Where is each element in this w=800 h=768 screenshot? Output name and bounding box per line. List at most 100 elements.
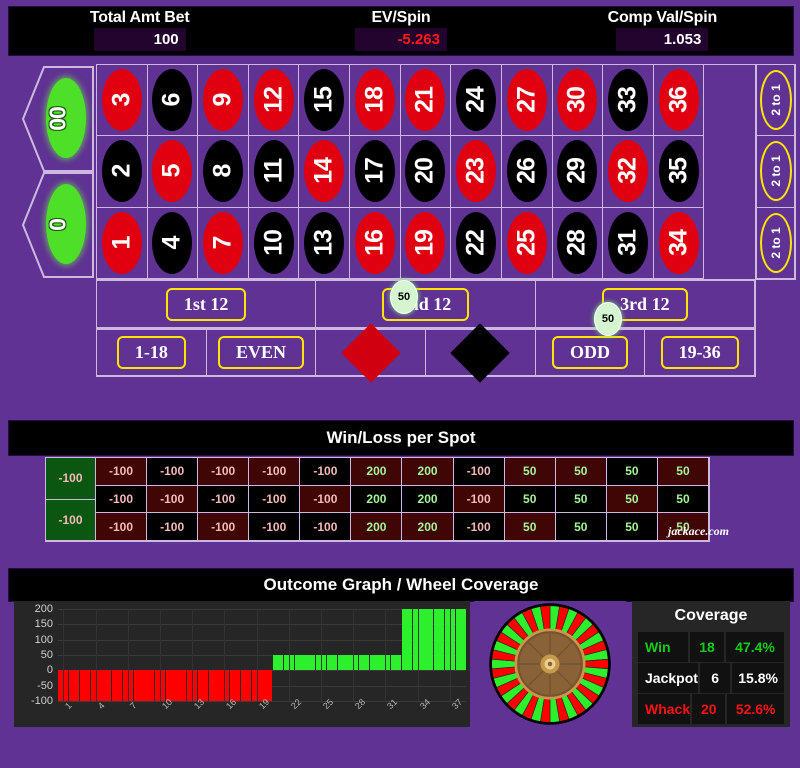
bet-spot-3[interactable]: 3 [96, 64, 148, 137]
number-label: 9 [208, 93, 237, 107]
bet-spot-10[interactable]: 10 [247, 206, 300, 279]
bet-spot-6[interactable]: 6 [146, 64, 199, 137]
bet-spot-25[interactable]: 25 [500, 206, 553, 279]
x-axis-tick: 22 [288, 696, 303, 712]
bet-spot-32[interactable]: 32 [602, 135, 654, 208]
bet-chip[interactable]: 50 [390, 280, 418, 314]
stat-value: 100 [153, 31, 179, 48]
y-axis-tick: 0 [46, 664, 53, 677]
bet-spot-14[interactable]: 14 [298, 135, 351, 208]
bet-spot-odd[interactable]: ODD [534, 329, 646, 376]
win-loss-cell: 200 [401, 457, 454, 486]
bet-spot-36[interactable]: 36 [652, 64, 705, 137]
chart-bar [240, 670, 251, 701]
bet-spot-33[interactable]: 33 [602, 64, 654, 137]
bet-spot-29[interactable]: 29 [551, 135, 604, 208]
win-loss-panel: Win/Loss per Spot -100 -100 -100 -100 -100… [0, 420, 800, 560]
number-label: 20 [410, 158, 439, 185]
bet-spot-8[interactable]: 8 [197, 135, 249, 208]
bet-spot-11[interactable]: 11 [247, 135, 300, 208]
gridline-vertical [321, 609, 323, 701]
bet-spot-9[interactable]: 9 [197, 64, 249, 137]
x-axis-tick: 25 [321, 696, 336, 712]
chart-bar [455, 609, 466, 671]
bet-spot-3rd-12[interactable]: 3rd 12 [534, 280, 755, 328]
bet-spot-2nd-12[interactable]: 2nd 12 [315, 280, 536, 328]
bet-spot-4[interactable]: 4 [146, 206, 199, 279]
wheel-coverage-graphic [474, 601, 626, 727]
coverage-count: 18 [690, 632, 724, 662]
bet-spot-5[interactable]: 5 [146, 135, 199, 208]
bet-spot-red[interactable] [315, 322, 426, 383]
column-bet-top[interactable]: 2 to 1 [756, 64, 795, 137]
column-bet-label: 2 to 1 [768, 84, 783, 116]
coverage-count: 20 [692, 694, 726, 724]
bet-spot-0[interactable]: 0 [22, 172, 94, 278]
number-label: 30 [562, 87, 591, 114]
win-loss-cell: 200 [401, 484, 454, 514]
chart-bar [230, 670, 241, 701]
bet-spot-1[interactable]: 1 [96, 206, 148, 279]
stat-value: -5.263 [397, 31, 440, 48]
outside-label: EVEN [217, 336, 304, 369]
win-loss-cell: -100 [197, 512, 250, 541]
win-loss-cell: 50 [656, 457, 709, 486]
bet-spot-2[interactable]: 2 [96, 135, 148, 208]
bet-spot-16[interactable]: 16 [349, 206, 401, 279]
gridline-vertical [449, 609, 451, 701]
bet-spot-26[interactable]: 26 [500, 135, 553, 208]
bet-spot-00[interactable]: 00 [22, 66, 94, 172]
bet-spot-12[interactable]: 12 [247, 64, 300, 137]
bet-spot-28[interactable]: 28 [551, 206, 604, 279]
bet-spot-34[interactable]: 34 [652, 206, 705, 279]
chart-plot-area: 200 150 100 50 0 -50 -100 1 4 7 10 13 16 19 22 25 28 31 34… [31, 603, 466, 711]
bet-spot-15[interactable]: 15 [298, 64, 351, 137]
bet-spot-1st-12[interactable]: 1st 12 [96, 280, 317, 328]
outside-label: 19-36 [660, 336, 739, 369]
gridline-vertical [224, 609, 226, 701]
bet-chip[interactable]: 50 [594, 302, 622, 336]
bet-spot-label: 0 [44, 219, 71, 231]
bet-spot-20[interactable]: 20 [399, 135, 452, 208]
bet-spot-24[interactable]: 24 [450, 64, 502, 137]
win-loss-cell: -100 [95, 484, 148, 514]
bet-spot-even[interactable]: EVEN [205, 329, 317, 376]
win-loss-cell: -100 [197, 484, 250, 514]
gridline-vertical [127, 609, 129, 701]
number-label: 2 [107, 165, 136, 178]
gridline-vertical [95, 609, 97, 701]
stat-label: Total Amt Bet [89, 9, 190, 26]
roulette-betting-layout: 00 0 3 6 9 12 15 18 21 24 27 30 33 36 2 5 8 11 14 17 20 23 2… [0, 56, 800, 406]
column-bet-middle[interactable]: 2 to 1 [756, 135, 795, 208]
win-loss-cell: 50 [656, 484, 709, 514]
win-loss-cell: 50 [554, 512, 607, 541]
win-loss-cell: 50 [503, 457, 556, 486]
bet-spot-27[interactable]: 27 [500, 64, 553, 137]
number-grid: 3 6 9 12 15 18 21 24 27 30 33 36 2 5 8 11 14 17 20 23 26 29 32… [96, 64, 756, 280]
bet-spot-low[interactable]: 1-18 [96, 329, 207, 376]
bet-spot-19[interactable]: 19 [399, 206, 452, 279]
bet-spot-18[interactable]: 18 [349, 64, 401, 137]
x-axis-tick: 4 [95, 700, 107, 712]
chart-bar [144, 670, 155, 701]
bet-spot-22[interactable]: 22 [450, 206, 502, 279]
column-bet-bottom[interactable]: 2 to 1 [756, 206, 795, 279]
bet-spot-high[interactable]: 19-36 [644, 329, 755, 376]
bet-spot-17[interactable]: 17 [349, 135, 401, 208]
y-axis-tick: 200 [34, 603, 53, 615]
bet-spot-31[interactable]: 31 [602, 206, 654, 279]
bet-spot-7[interactable]: 7 [197, 206, 249, 279]
bet-spot-black[interactable] [424, 322, 536, 383]
bet-spot-13[interactable]: 13 [298, 206, 351, 279]
win-loss-cell: -100 [299, 484, 352, 514]
stat-value-box: -5.263 [354, 28, 447, 51]
bet-spot-21[interactable]: 21 [399, 64, 452, 137]
gridline-vertical [192, 609, 194, 701]
chart-bar [423, 609, 434, 671]
bet-spot-35[interactable]: 35 [652, 135, 705, 208]
coverage-label: Jackpot [638, 663, 698, 693]
win-loss-cell: -100 [248, 457, 301, 486]
bet-spot-23[interactable]: 23 [450, 135, 502, 208]
y-axis-tick: -50 [37, 679, 53, 692]
bet-spot-30[interactable]: 30 [551, 64, 604, 137]
